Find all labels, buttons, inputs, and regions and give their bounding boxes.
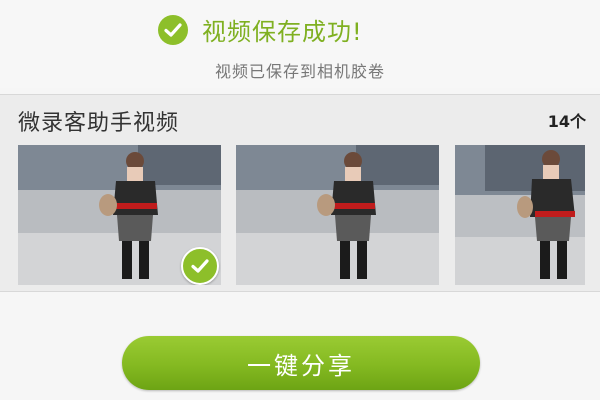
video-thumbnail[interactable] (236, 145, 439, 285)
video-album-section: 微录客助手视频 14个 (0, 94, 600, 292)
share-button[interactable]: 一键分享 (122, 336, 480, 390)
success-check-icon (158, 14, 188, 45)
save-success-banner: 视频保存成功! 视频已保存到相机胶卷 (0, 0, 600, 88)
thumbnail-image (455, 145, 585, 285)
video-count: 14个 (547, 112, 586, 131)
success-subtitle: 视频已保存到相机胶卷 (214, 62, 385, 81)
video-thumbnail[interactable] (18, 145, 221, 285)
thumbnail-image (236, 145, 439, 285)
album-title: 微录客助手视频 (18, 111, 180, 136)
video-thumbnail[interactable] (455, 145, 585, 285)
success-title: 视频保存成功! (202, 18, 363, 46)
selected-check-icon[interactable] (181, 247, 219, 285)
success-header: 视频保存成功! (158, 12, 363, 47)
